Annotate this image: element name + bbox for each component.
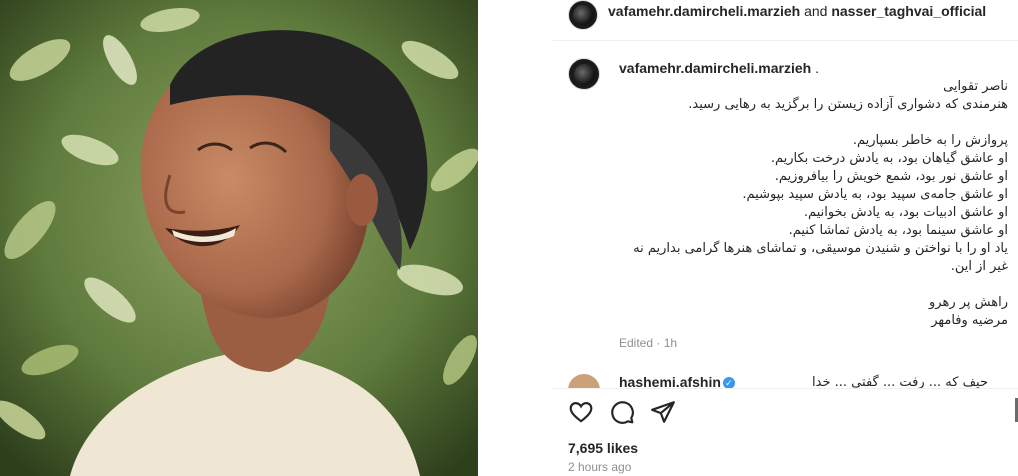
header-divider <box>553 40 1018 41</box>
caption-time[interactable]: 1h <box>664 336 677 350</box>
commenter-username[interactable]: hashemi.afshin <box>619 374 721 388</box>
post-detail-panel: vafamehr.damircheli.marzieh and nasser_t… <box>553 0 1018 476</box>
post-header: vafamehr.damircheli.marzieh and nasser_t… <box>553 0 1018 32</box>
post-timestamp[interactable]: 2 hours ago <box>568 460 631 474</box>
authors-conjunction: and <box>804 3 828 19</box>
comment-icon[interactable] <box>609 399 635 425</box>
comment-row: hashemi.afshin ✓ حیف که ... رفت ... گفتی … <box>553 372 1018 388</box>
post-image[interactable] <box>0 0 478 476</box>
author-username-2[interactable]: nasser_taghvai_official <box>831 3 986 19</box>
commenter-username-line: hashemi.afshin ✓ <box>619 374 735 388</box>
heart-icon[interactable] <box>568 399 594 425</box>
portrait-photo <box>0 0 478 476</box>
action-bar <box>553 388 1018 435</box>
caption-username-suffix: . <box>815 60 819 76</box>
author-username-1[interactable]: vafamehr.damircheli.marzieh <box>608 3 800 19</box>
verified-badge-icon: ✓ <box>722 377 735 388</box>
edited-label: Edited <box>619 336 654 350</box>
caption-text: ناصر تقوایی هنرمندی که دشواری آزاده زیست… <box>633 79 1008 328</box>
caption-username-line: vafamehr.damircheli.marzieh . <box>619 60 819 76</box>
author-avatar[interactable] <box>568 0 598 30</box>
caption-username[interactable]: vafamehr.damircheli.marzieh <box>619 60 811 76</box>
caption-meta: Edited · 1h <box>619 336 677 350</box>
meta-separator: · <box>656 336 661 350</box>
caption-block: vafamehr.damircheli.marzieh . ناصر تقوای… <box>553 50 1018 360</box>
commenter-avatar[interactable] <box>568 374 600 388</box>
photo-panel-gap <box>478 0 553 476</box>
comment-text: حیف که ... رفت ... گفتی ... خدا <box>812 375 988 388</box>
likes-count[interactable]: 7,695 likes <box>568 440 638 456</box>
post-authors: vafamehr.damircheli.marzieh and nasser_t… <box>608 3 986 19</box>
share-icon[interactable] <box>650 399 676 425</box>
